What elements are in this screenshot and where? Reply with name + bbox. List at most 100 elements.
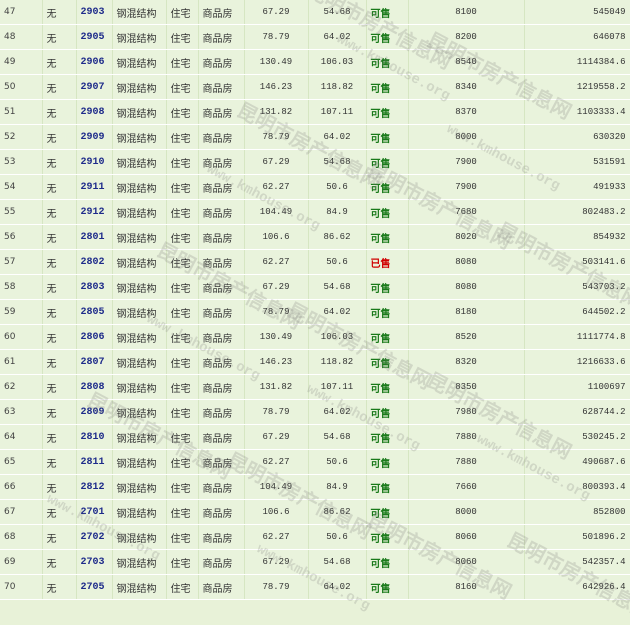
room-link[interactable]: 2702 xyxy=(81,532,105,543)
room-number: 2703 xyxy=(76,549,113,575)
room-link[interactable]: 2811 xyxy=(81,457,105,468)
housing-type-cell: 商品房 xyxy=(198,324,245,350)
row-index: 50 xyxy=(0,74,43,100)
room-link[interactable]: 2908 xyxy=(81,107,105,118)
usage-cell: 住宅 xyxy=(166,249,199,275)
building-area-cell: 78.79 xyxy=(244,399,309,425)
row-index: 70 xyxy=(0,574,43,600)
building-area-cell: 106.6 xyxy=(244,224,309,250)
row-index: 49 xyxy=(0,49,43,75)
room-link[interactable]: 2810 xyxy=(81,432,105,443)
table-row: 52 无 2909 钢混结构 住宅 商品房 78.79 64.02 可售 8000 630320 xyxy=(0,124,630,150)
structure-cell: 钢混结构 xyxy=(112,174,167,200)
housing-type-cell: 商品房 xyxy=(198,524,245,550)
building-area-cell: 106.6 xyxy=(244,499,309,525)
housing-type-cell: 商品房 xyxy=(198,0,245,25)
room-number: 2807 xyxy=(76,349,113,375)
inner-area-cell: 64.02 xyxy=(308,124,367,150)
room-link[interactable]: 2809 xyxy=(81,407,105,418)
room-link[interactable]: 2805 xyxy=(81,307,105,318)
room-link[interactable]: 2701 xyxy=(81,507,105,518)
none-cell: 无 xyxy=(42,374,77,400)
room-link[interactable]: 2806 xyxy=(81,332,105,343)
unit-price-cell: 8060 xyxy=(408,549,525,575)
total-price-cell: 490687.6 xyxy=(524,449,630,475)
none-cell: 无 xyxy=(42,299,77,325)
table-row: 56 无 2801 钢混结构 住宅 商品房 106.6 86.62 可售 8020 854932 xyxy=(0,224,630,250)
building-area-cell: 62.27 xyxy=(244,524,309,550)
unit-price-cell: 7880 xyxy=(408,424,525,450)
room-link[interactable]: 2807 xyxy=(81,357,105,368)
status-cell: 可售 xyxy=(366,174,409,200)
status-cell: 可售 xyxy=(366,524,409,550)
building-area-cell: 67.29 xyxy=(244,274,309,300)
housing-type-cell: 商品房 xyxy=(198,574,245,600)
room-link[interactable]: 2802 xyxy=(81,257,105,268)
inner-area-cell: 50.6 xyxy=(308,524,367,550)
usage-cell: 住宅 xyxy=(166,374,199,400)
room-link[interactable]: 2803 xyxy=(81,282,105,293)
room-link[interactable]: 2909 xyxy=(81,132,105,143)
status-cell: 可售 xyxy=(366,424,409,450)
unit-price-cell: 8320 xyxy=(408,349,525,375)
room-link[interactable]: 2912 xyxy=(81,207,105,218)
total-price-cell: 1216633.6 xyxy=(524,349,630,375)
room-link[interactable]: 2903 xyxy=(81,7,105,18)
room-link[interactable]: 2705 xyxy=(81,582,105,593)
structure-cell: 钢混结构 xyxy=(112,149,167,175)
room-link[interactable]: 2907 xyxy=(81,82,105,93)
building-area-cell: 62.27 xyxy=(244,174,309,200)
table-row: 65 无 2811 钢混结构 住宅 商品房 62.27 50.6 可售 7880 490687.6 xyxy=(0,449,630,475)
room-link[interactable]: 2906 xyxy=(81,57,105,68)
unit-price-cell: 7900 xyxy=(408,149,525,175)
building-area-cell: 130.49 xyxy=(244,49,309,75)
row-index: 61 xyxy=(0,349,43,375)
room-link[interactable]: 2801 xyxy=(81,232,105,243)
table-row: 53 无 2910 钢混结构 住宅 商品房 67.29 54.68 可售 7900 531591 xyxy=(0,149,630,175)
table-row: 64 无 2810 钢混结构 住宅 商品房 67.29 54.68 可售 7880 530245.2 xyxy=(0,424,630,450)
structure-cell: 钢混结构 xyxy=(112,499,167,525)
usage-cell: 住宅 xyxy=(166,449,199,475)
row-index: 57 xyxy=(0,249,43,275)
room-number: 2806 xyxy=(76,324,113,350)
building-area-cell: 131.82 xyxy=(244,374,309,400)
room-number: 2801 xyxy=(76,224,113,250)
inner-area-cell: 107.11 xyxy=(308,99,367,125)
table-row: 57 无 2802 钢混结构 住宅 商品房 62.27 50.6 已售 8080 503141.6 xyxy=(0,249,630,275)
building-area-cell: 78.79 xyxy=(244,24,309,50)
building-area-cell: 131.82 xyxy=(244,99,309,125)
usage-cell: 住宅 xyxy=(166,274,199,300)
housing-type-cell: 商品房 xyxy=(198,274,245,300)
none-cell: 无 xyxy=(42,399,77,425)
room-link[interactable]: 2911 xyxy=(81,182,105,193)
none-cell: 无 xyxy=(42,249,77,275)
room-link[interactable]: 2905 xyxy=(81,32,105,43)
none-cell: 无 xyxy=(42,49,77,75)
inner-area-cell: 54.68 xyxy=(308,549,367,575)
total-price-cell: 530245.2 xyxy=(524,424,630,450)
unit-price-cell: 8020 xyxy=(408,224,525,250)
inner-area-cell: 50.6 xyxy=(308,249,367,275)
total-price-cell: 1219558.2 xyxy=(524,74,630,100)
housing-type-cell: 商品房 xyxy=(198,124,245,150)
room-link[interactable]: 2910 xyxy=(81,157,105,168)
inner-area-cell: 84.9 xyxy=(308,199,367,225)
table-row: 50 无 2907 钢混结构 住宅 商品房 146.23 118.82 可售 8340 121955… xyxy=(0,74,630,100)
room-number: 2802 xyxy=(76,249,113,275)
inner-area-cell: 64.02 xyxy=(308,299,367,325)
units-table: 47 无 2903 钢混结构 住宅 商品房 67.29 54.68 可售 8100 545049 48… xyxy=(0,0,630,600)
structure-cell: 钢混结构 xyxy=(112,549,167,575)
table-row: 47 无 2903 钢混结构 住宅 商品房 67.29 54.68 可售 8100 545049 xyxy=(0,0,630,25)
unit-price-cell: 8340 xyxy=(408,74,525,100)
usage-cell: 住宅 xyxy=(166,299,199,325)
unit-price-cell: 8080 xyxy=(408,249,525,275)
unit-price-cell: 8350 xyxy=(408,374,525,400)
room-link[interactable]: 2808 xyxy=(81,382,105,393)
room-link[interactable]: 2703 xyxy=(81,557,105,568)
room-number: 2811 xyxy=(76,449,113,475)
building-area-cell: 146.23 xyxy=(244,349,309,375)
table-row: 70 无 2705 钢混结构 住宅 商品房 78.79 64.02 可售 8160 642926.4 xyxy=(0,574,630,600)
row-index: 55 xyxy=(0,199,43,225)
room-link[interactable]: 2812 xyxy=(81,482,105,493)
room-number: 2909 xyxy=(76,124,113,150)
